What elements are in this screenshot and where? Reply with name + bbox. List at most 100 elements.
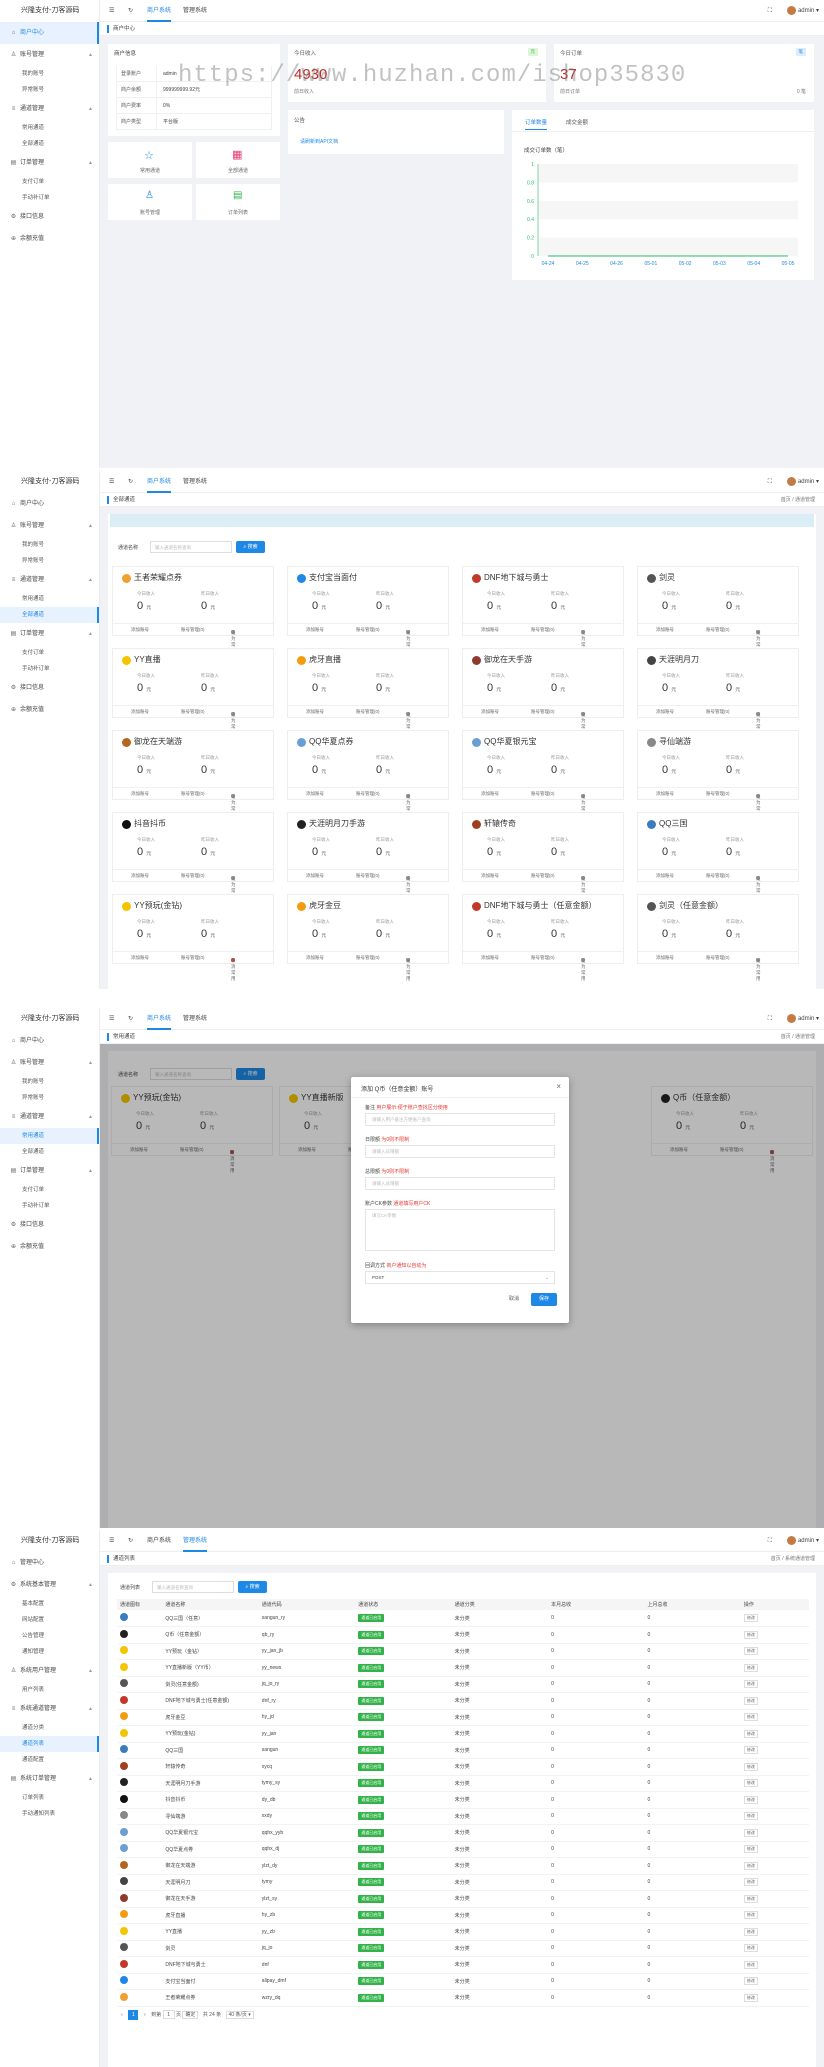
sidebar-item[interactable]: ♙ 账号管理 ▲ (0, 515, 99, 537)
edit-button[interactable]: 修改 (743, 1828, 758, 1837)
sidebar-item[interactable]: ▤ 订单管理 ▲ (0, 1160, 99, 1182)
sidebar-item[interactable]: ▤ 订单管理 ▲ (0, 623, 99, 645)
sidebar-subitem[interactable]: 我的账号 (0, 66, 99, 82)
sidebar-subitem[interactable]: 订单列表 (0, 1790, 99, 1806)
status-badge[interactable]: 通道已启用 (358, 1647, 385, 1656)
sidebar-item[interactable]: ♙ 账号管理 ▲ (0, 1052, 99, 1074)
add-account-button[interactable]: 添加账号 (481, 627, 499, 633)
add-account-button[interactable]: 添加账号 (656, 627, 674, 633)
add-account-button[interactable]: 添加账号 (131, 791, 149, 797)
tab-merchant[interactable]: 商户系统 (147, 471, 172, 493)
tab-admin[interactable]: 管理系统 (183, 0, 207, 22)
add-account-button[interactable]: 添加账号 (131, 955, 149, 961)
add-account-button[interactable]: 添加账号 (481, 791, 499, 797)
refresh-icon[interactable]: ↻ (128, 471, 133, 493)
add-account-button[interactable]: 添加账号 (131, 709, 149, 715)
shortcut-common[interactable]: ☆ 常用通道 (108, 142, 192, 178)
fullscreen-icon[interactable]: ⛶ (768, 1008, 772, 1030)
edit-button[interactable]: 修改 (743, 1713, 758, 1722)
add-account-button[interactable]: 添加账号 (481, 955, 499, 961)
callback-select[interactable]: POST ⌄ (365, 1271, 555, 1284)
status-badge[interactable]: 通道已启用 (358, 1911, 385, 1920)
menu-toggle-icon[interactable]: ☰ (109, 1008, 114, 1030)
edit-button[interactable]: 修改 (743, 1861, 758, 1870)
sidebar-item[interactable]: ⌂ 商户中心 (0, 493, 99, 515)
status-badge[interactable]: 通道已启用 (358, 1993, 385, 2002)
sidebar-item[interactable]: ≡ 通道管理 ▲ (0, 1106, 99, 1128)
add-account-button[interactable]: 添加账号 (656, 955, 674, 961)
status-badge[interactable]: 通道已启用 (358, 1779, 385, 1788)
user-menu[interactable]: admin ▾ (786, 1530, 819, 1552)
edit-button[interactable]: 修改 (743, 1927, 758, 1936)
status-badge[interactable]: 通道已启用 (358, 1713, 385, 1722)
tab-merchant[interactable]: 商户系统 (147, 0, 172, 22)
tab-merchant[interactable]: 商户系统 (147, 1008, 172, 1030)
cancel-button[interactable]: 取消 (501, 1293, 527, 1306)
sidebar-item[interactable]: ⚙ 接口信息 (0, 1214, 99, 1236)
edit-button[interactable]: 修改 (743, 1878, 758, 1887)
sidebar-item[interactable]: ♙ 账号管理 ▲ (0, 44, 99, 66)
edit-button[interactable]: 修改 (743, 1795, 758, 1804)
account-manage-button[interactable]: 账号管理(0) (531, 791, 555, 797)
fullscreen-icon[interactable]: ⛶ (768, 471, 772, 493)
status-badge[interactable]: 通道已启用 (358, 1762, 385, 1771)
add-account-button[interactable]: 添加账号 (131, 873, 149, 879)
search-button[interactable]: ⌕ 搜索 (238, 1581, 267, 1593)
add-account-button[interactable]: 添加账号 (306, 791, 324, 797)
sidebar-item[interactable]: ⌂ 商户中心 (0, 22, 99, 44)
add-account-button[interactable]: 添加账号 (481, 873, 499, 879)
sidebar-subitem[interactable]: 支付订单 (0, 1182, 99, 1198)
user-menu[interactable]: admin ▾ (786, 471, 819, 493)
edit-button[interactable]: 修改 (743, 1894, 758, 1903)
sidebar-subitem[interactable]: 我的账号 (0, 537, 99, 553)
sidebar-subitem[interactable]: 基本配置 (0, 1596, 99, 1612)
account-manage-button[interactable]: 账号管理(0) (181, 709, 205, 715)
status-badge[interactable]: 通道已启用 (358, 1894, 385, 1903)
account-manage-button[interactable]: 账号管理(0) (706, 709, 730, 715)
edit-button[interactable]: 修改 (743, 1680, 758, 1689)
sidebar-item[interactable]: ⚙ 接口信息 (0, 206, 99, 228)
sidebar-subitem[interactable]: 我的账号 (0, 1074, 99, 1090)
fullscreen-icon[interactable]: ⛶ (768, 1530, 772, 1552)
sidebar-item[interactable]: ⌂ 商户中心 (0, 1030, 99, 1052)
status-badge[interactable]: 通道已启用 (358, 1680, 385, 1689)
add-account-button[interactable]: 添加账号 (656, 873, 674, 879)
account-manage-button[interactable]: 账号管理(0) (356, 873, 380, 879)
account-manage-button[interactable]: 账号管理(0) (706, 873, 730, 879)
account-manage-button[interactable]: 账号管理(0) (356, 955, 380, 961)
refresh-icon[interactable]: ↻ (128, 1008, 133, 1030)
edit-button[interactable]: 修改 (743, 1762, 758, 1771)
edit-button[interactable]: 修改 (743, 1746, 758, 1755)
sidebar-item[interactable]: ⊕ 余额充值 (0, 1236, 99, 1258)
next-page-icon[interactable]: › (140, 2012, 150, 2018)
sidebar-item[interactable]: ⌂ 管理中心 (0, 1552, 99, 1574)
account-manage-button[interactable]: 账号管理(0) (531, 873, 555, 879)
menu-toggle-icon[interactable]: ☰ (109, 0, 114, 22)
account-manage-button[interactable]: 账号管理(0) (181, 627, 205, 633)
account-manage-button[interactable]: 账号管理(0) (706, 791, 730, 797)
account-manage-button[interactable]: 账号管理(0) (356, 709, 380, 715)
status-badge[interactable]: 通道已启用 (358, 1828, 385, 1837)
sidebar-item[interactable]: ♙ 系统用户管理 ▲ (0, 1660, 99, 1682)
daily-limit-input[interactable]: 请输入日限额 (365, 1145, 555, 1158)
sidebar-item[interactable]: ≡ 通道管理 ▲ (0, 98, 99, 120)
status-badge[interactable]: 通道已启用 (358, 1977, 385, 1986)
add-account-button[interactable]: 添加账号 (131, 627, 149, 633)
sidebar-subitem[interactable]: 手动通知列表 (0, 1806, 99, 1822)
account-manage-button[interactable]: 账号管理(0) (706, 627, 730, 633)
status-badge[interactable]: 通道已启用 (358, 1746, 385, 1755)
sidebar-subitem[interactable]: 通道分类 (0, 1720, 99, 1736)
status-badge[interactable]: 通道已启用 (358, 1927, 385, 1936)
sidebar-subitem[interactable]: 公告管理 (0, 1628, 99, 1644)
shortcut-all[interactable]: ▦ 全部通道 (196, 142, 280, 178)
sidebar-item[interactable]: ≡ 系统通道管理 ▲ (0, 1698, 99, 1720)
sidebar-item[interactable]: ▤ 订单管理 ▲ (0, 152, 99, 174)
save-button[interactable]: 保存 (531, 1293, 557, 1306)
shortcut-account[interactable]: ♙ 账号管理 (108, 184, 192, 220)
total-limit-input[interactable]: 请输入总限额 (365, 1177, 555, 1190)
status-badge[interactable]: 通道已启用 (358, 1630, 385, 1639)
sidebar-subitem[interactable]: 异常账号 (0, 82, 99, 98)
prev-page-icon[interactable]: ‹ (117, 2012, 127, 2018)
add-account-button[interactable]: 添加账号 (656, 709, 674, 715)
status-badge[interactable]: 通道已启用 (358, 1861, 385, 1870)
